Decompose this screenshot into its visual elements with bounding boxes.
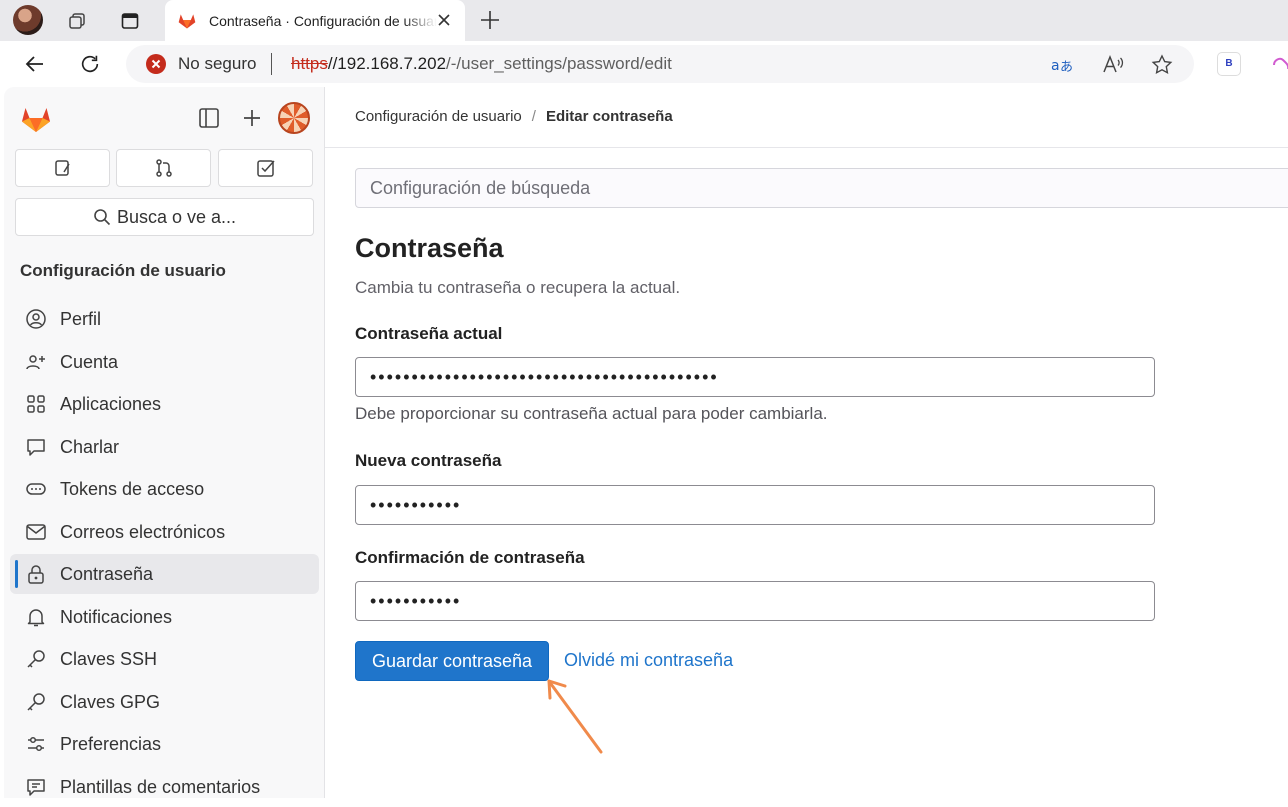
forgot-password-link[interactable]: Olvidé mi contraseña [564,650,733,671]
sidebar-item-plantillas[interactable]: Plantillas de comentarios [10,767,319,807]
svg-text:a: a [1051,58,1060,74]
sidebar-item-contrasena[interactable]: Contraseña [10,554,319,594]
tab-title: Contraseña · Configuración de usuario · … [209,12,437,29]
sidebar-item-label: Claves GPG [60,691,161,712]
todo-button[interactable] [218,149,313,187]
header-divider [325,147,1288,148]
sidebar-item-correos[interactable]: Correos electrónicos [10,512,319,552]
sidebar-item-label: Plantillas de comentarios [60,776,261,797]
issues-button[interactable] [15,149,110,187]
reload-button[interactable] [75,49,105,79]
profile-icon [26,309,46,329]
account-icon [26,355,45,370]
settings-search-input[interactable]: Configuración de búsqueda [355,168,1288,208]
token-icon [26,483,46,495]
browser-tab-strip: Contraseña · Configuración de usuario · … [0,0,1288,41]
gitlab-favicon-icon [178,13,196,28]
search-icon [94,209,111,226]
address-separator [271,53,272,75]
sidebar-item-label: Charlar [60,436,120,457]
browser-toolbar: No seguro https//192.168.7.202/-/user_se… [0,41,1288,87]
refresh-icon [81,55,99,73]
issues-icon [54,160,70,176]
sidebar-item-perfil[interactable]: Perfil [10,299,319,339]
address-bar[interactable]: No seguro https//192.168.7.202/-/user_se… [126,45,1194,83]
bell-icon [27,609,45,627]
sidebar-item-label: Contraseña [60,563,154,584]
sidebar-item-label: Correos electrónicos [60,521,226,542]
new-tab-icon[interactable] [476,6,504,34]
sidebar-item-label: Aplicaciones [60,393,162,414]
sidebar: Busca o ve a... Configuración de usuario… [4,87,325,798]
preferences-icon [28,736,44,752]
search-go-to-button[interactable]: Busca o ve a... [15,198,314,236]
sidebar-item-charlar[interactable]: Charlar [10,427,319,467]
user-avatar[interactable] [278,102,310,134]
sidebar-item-cuenta[interactable]: Cuenta [10,342,319,382]
close-tab-icon[interactable] [435,11,453,29]
sidebar-item-claves-gpg[interactable]: Claves GPG [10,682,319,722]
merge-request-icon [155,159,172,177]
browser-profile-avatar[interactable] [13,5,43,35]
comment-template-icon [27,779,45,796]
breadcrumb-current: Editar contraseña [545,108,673,125]
sidebar-item-label: Claves SSH [60,648,158,669]
breadcrumb: Configuración de usuario / Editar contra… [355,108,673,125]
merge-requests-button[interactable] [116,149,211,187]
sidebar-item-tokens[interactable]: Tokens de acceso [10,469,319,509]
mail-icon [26,524,46,540]
sidebar-item-label: Preferencias [60,733,162,754]
annotation-arrow-icon [547,679,603,754]
save-password-button[interactable]: Guardar contraseña [355,641,549,681]
key-icon [27,693,45,711]
sidebar-item-claves-ssh[interactable]: Claves SSH [10,639,319,679]
favorite-star-icon[interactable] [1150,53,1174,77]
sidebar-item-notificaciones[interactable]: Notificaciones [10,597,319,637]
sidebar-item-label: Perfil [60,308,102,329]
current-password-help: Debe proporcionar su contraseña actual p… [355,404,828,423]
read-aloud-icon[interactable] [1101,53,1125,77]
key-icon [27,650,45,668]
search-go-to-label: Busca o ve a... [116,206,237,227]
sidebar-item-preferencias[interactable]: Preferencias [10,724,319,764]
url-text[interactable]: https//192.168.7.202/-/user_settings/pas… [291,54,672,74]
not-secure-icon[interactable] [146,54,166,74]
applications-icon [27,395,45,413]
breadcrumb-parent-link[interactable]: Configuración de usuario [355,108,522,125]
translate-icon[interactable]: aあ [1050,53,1074,77]
sidebar-section-title: Configuración de usuario [20,261,226,280]
gitlab-logo-icon[interactable] [19,101,53,135]
sidebar-item-label: Tokens de acceso [60,478,205,499]
active-browser-tab[interactable]: Contraseña · Configuración de usuario · … [165,0,465,41]
toggle-sidebar-icon[interactable] [196,105,222,131]
vertical-tabs-icon[interactable] [115,6,145,36]
arrow-left-icon [25,56,43,72]
sidebar-item-label: Cuenta [60,351,119,372]
confirm-password-label: Confirmación de contraseña [355,548,585,567]
current-password-field[interactable]: ••••••••••••••••••••••••••••••••••••••••… [355,357,1155,397]
confirm-password-field[interactable]: ••••••••••• [355,581,1155,621]
chat-icon [27,439,45,456]
sidebar-item-aplicaciones[interactable]: Aplicaciones [10,384,319,424]
svg-text:あ: あ [1060,60,1073,75]
workspaces-icon[interactable] [62,6,92,36]
todo-checkbox-icon [256,160,275,177]
extension-icon[interactable]: B [1218,53,1240,75]
create-new-icon[interactable] [239,105,265,131]
lock-icon [28,565,44,584]
sidebar-item-label: Notificaciones [60,606,173,627]
copilot-icon[interactable] [1270,53,1288,75]
breadcrumb-separator: / [531,108,536,125]
page-title: Contraseña [355,233,504,263]
back-button[interactable] [20,49,50,79]
new-password-label: Nueva contraseña [355,451,502,470]
page-subtitle: Cambia tu contraseña o recupera la actua… [355,278,681,297]
new-password-field[interactable]: ••••••••••• [355,485,1155,525]
current-password-label: Contraseña actual [355,324,503,343]
security-status[interactable]: No seguro [178,54,256,74]
